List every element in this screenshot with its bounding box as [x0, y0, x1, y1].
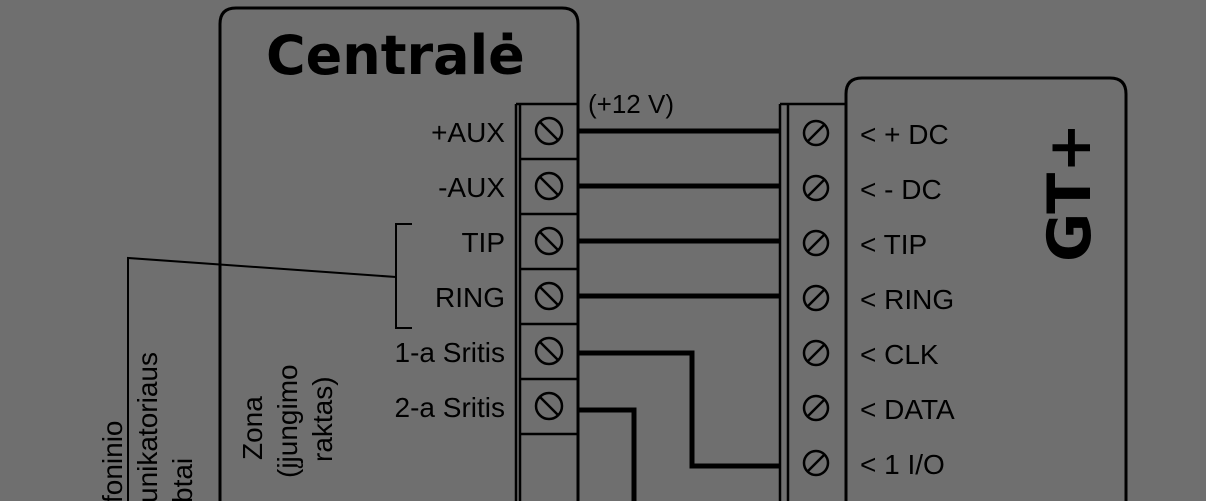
device-terminal-labels: < + DC < - DC < TIP < RING < CLK < DATA …: [860, 119, 955, 480]
svg-text:raktas): raktas): [307, 376, 338, 462]
panel-terminal-label: 1-a Sritis: [395, 337, 505, 368]
panel-terminal-label: RING: [435, 282, 505, 313]
device-terminal-label: < TIP: [860, 229, 927, 260]
screw-icon: [802, 229, 830, 257]
device-title: GT+: [1035, 123, 1105, 262]
tip-ring-bracket: [395, 223, 412, 329]
device-terminal-label: < CLK: [860, 339, 939, 370]
screw-icon: [534, 116, 564, 146]
diagram-svg: Centralė GT+ (+12 V) +AUX -AUX TIP RING …: [97, 6, 1128, 501]
screw-icon: [802, 174, 830, 202]
screw-icon: [534, 171, 564, 201]
screw-icon: [802, 394, 830, 422]
svg-text:btai: btai: [167, 458, 198, 501]
panel-terminal-label: +AUX: [431, 117, 505, 148]
voltage-label: (+12 V): [588, 89, 674, 119]
zone-label: Zona (įjungimo raktas): [237, 364, 338, 478]
screw-icon: [534, 391, 564, 421]
panel-terminal-label: TIP: [461, 227, 505, 258]
device-terminal-label: < - DC: [860, 174, 942, 205]
side-label: foninio unikatoriaus btai: [97, 352, 198, 501]
panel-terminal-label: 2-a Sritis: [395, 392, 505, 423]
screw-icon: [534, 336, 564, 366]
panel-terminal-label: -AUX: [438, 172, 505, 203]
svg-text:(įjungimo: (įjungimo: [272, 364, 303, 478]
screw-icon: [534, 226, 564, 256]
screw-icon: [802, 449, 830, 477]
screw-icon: [802, 284, 830, 312]
svg-text:Zona: Zona: [237, 396, 268, 460]
device-terminal-label: < + DC: [860, 119, 949, 150]
panel-terminal-block: [514, 102, 578, 501]
device-terminal-label: < DATA: [860, 394, 955, 425]
svg-text:unikatoriaus: unikatoriaus: [132, 352, 163, 501]
wiring-diagram: Centralė GT+ (+12 V) +AUX -AUX TIP RING …: [0, 0, 1206, 501]
svg-text:foninio: foninio: [97, 420, 128, 501]
screw-icon: [802, 339, 830, 367]
screw-icon: [534, 281, 564, 311]
panel-title: Centralė: [266, 24, 525, 87]
device-terminal-label: < 1 I/O: [860, 449, 945, 480]
device-screw-icons: [802, 119, 830, 477]
panel-terminal-labels: +AUX -AUX TIP RING 1-a Sritis 2-a Sritis: [395, 117, 506, 423]
device-terminal-label: < RING: [860, 284, 954, 315]
screw-icon: [802, 119, 830, 147]
wires: [578, 128, 780, 501]
wire-sritis-2: [578, 407, 637, 501]
